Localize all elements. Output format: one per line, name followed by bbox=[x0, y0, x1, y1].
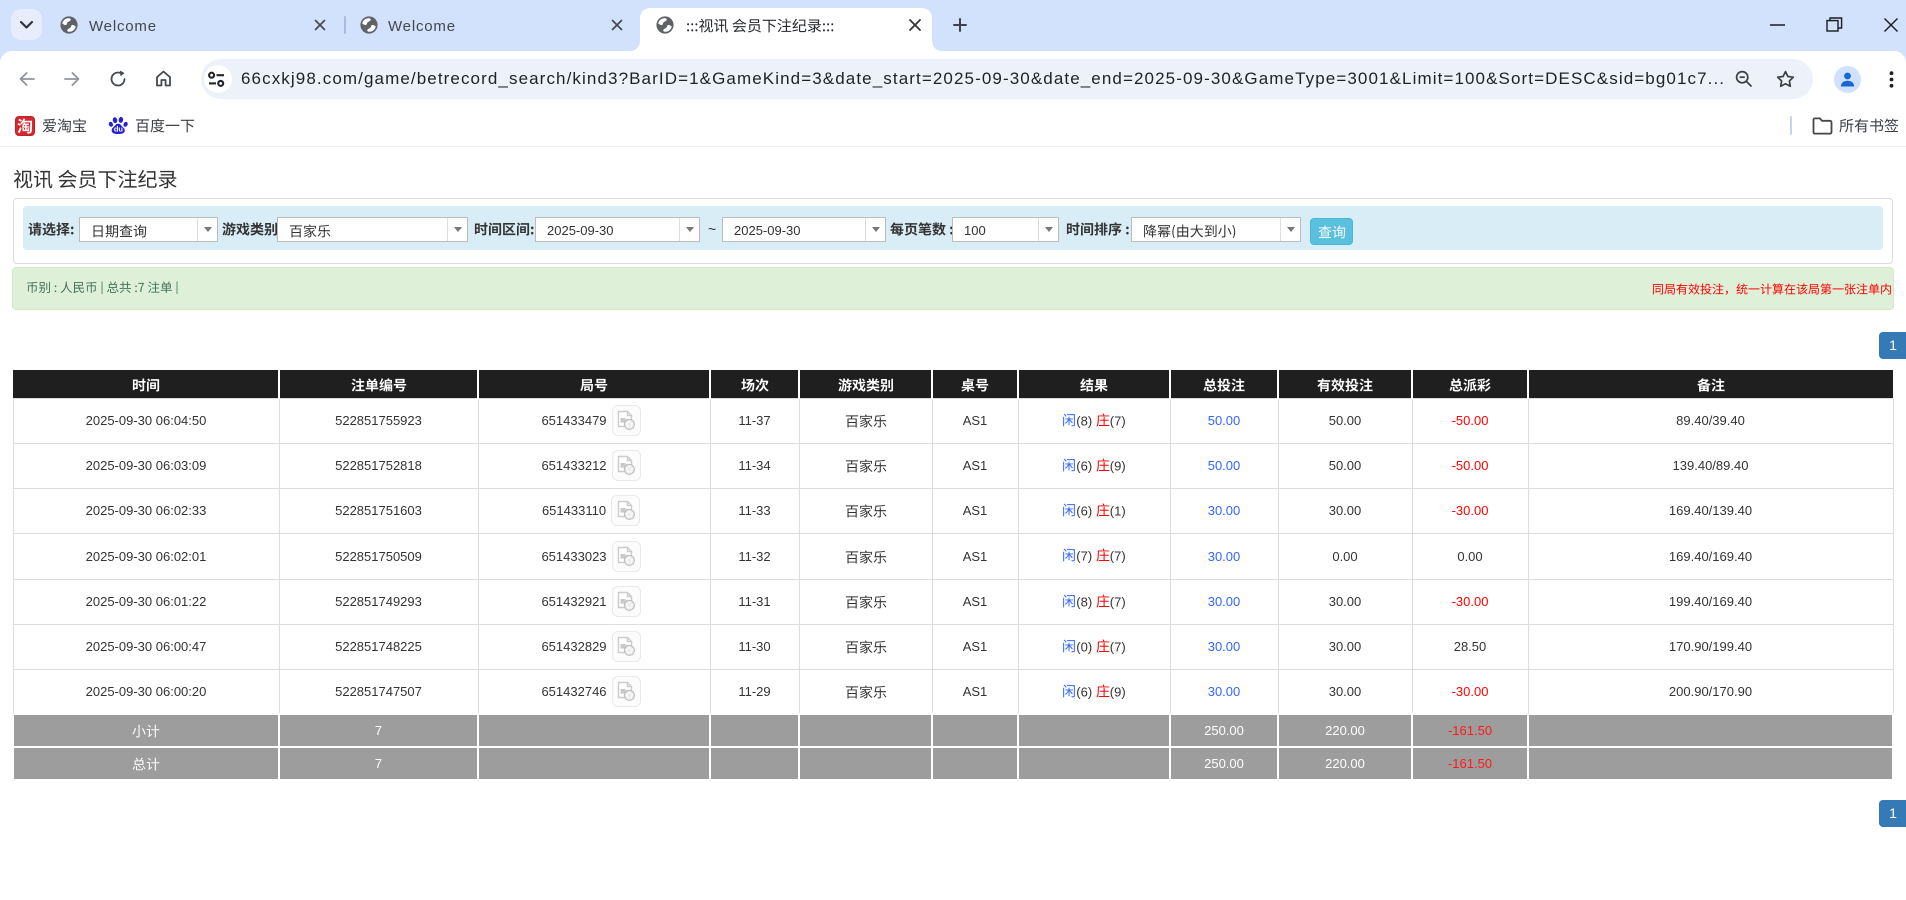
svg-text:du: du bbox=[114, 124, 124, 133]
